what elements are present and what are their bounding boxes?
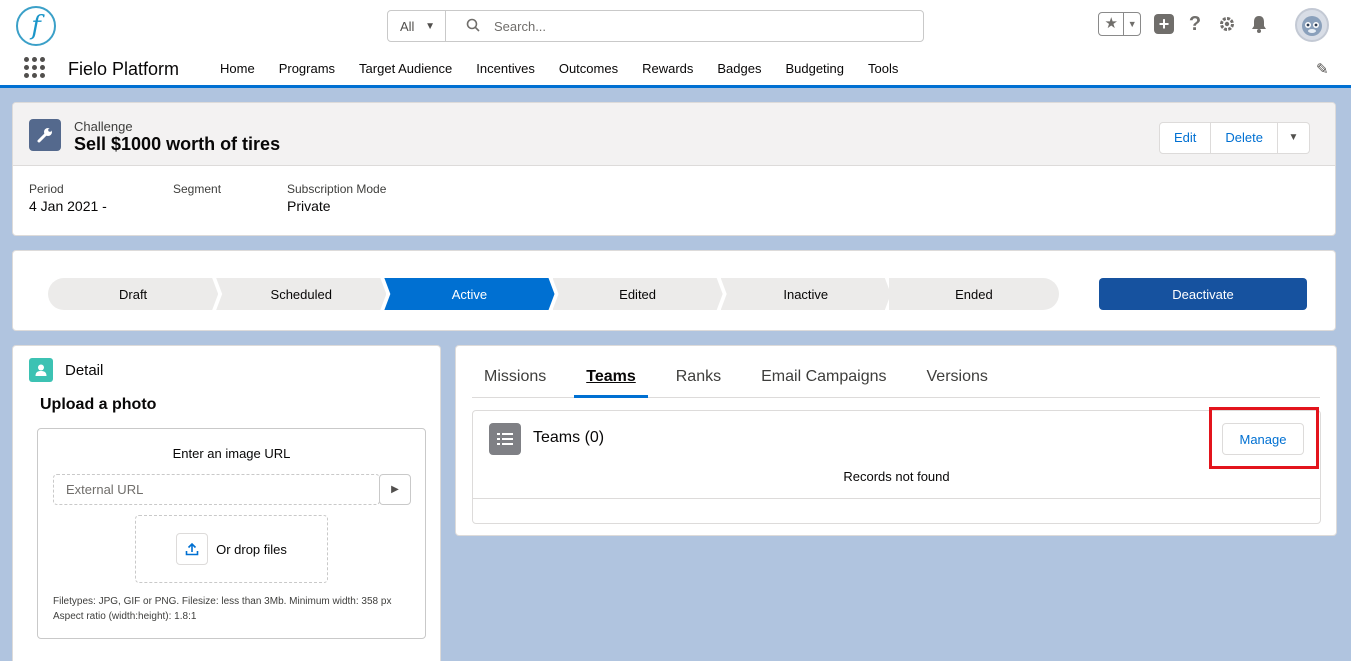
external-url-input[interactable] (53, 474, 380, 505)
nav-item-rewards[interactable]: Rewards (630, 50, 705, 88)
field-label: Subscription Mode (287, 182, 387, 196)
header-utility-icons: ★ ▼ + ? (1098, 12, 1270, 36)
image-url-label: Enter an image URL (172, 446, 291, 461)
app-name: Fielo Platform (68, 59, 180, 79)
submit-url-button[interactable]: ▶ (379, 474, 411, 505)
record-title: Sell $1000 worth of tires (74, 134, 281, 154)
path-stage-edited[interactable]: Edited (553, 278, 723, 310)
nav-item-programs[interactable]: Programs (267, 50, 347, 88)
detail-title: Detail (65, 361, 104, 379)
favorites-button-group: ★ ▼ (1098, 12, 1141, 36)
list-icon (489, 423, 521, 455)
path-stage-inactive[interactable]: Inactive (721, 278, 891, 310)
field-segment: Segment (173, 182, 239, 214)
empty-state-text: Records not found (843, 469, 950, 484)
bell-icon[interactable] (1248, 13, 1270, 35)
record-actions: Edit Delete ▼ (1159, 122, 1310, 154)
status-path-card: Draft Scheduled Active Edited Inactive E… (12, 250, 1336, 331)
user-avatar[interactable] (1295, 8, 1329, 42)
play-icon: ▶ (391, 484, 399, 495)
detail-card: Detail Upload a photo Enter an image URL… (12, 345, 441, 661)
file-hint-line: Aspect ratio (width:height): 1.8:1 (53, 611, 197, 622)
gear-icon[interactable] (1216, 13, 1238, 35)
edit-button[interactable]: Edit (1159, 122, 1212, 154)
nav-item-badges[interactable]: Badges (705, 50, 773, 88)
teams-related-list: Teams (0) Manage Records not found (472, 407, 1321, 524)
app-launcher-icon[interactable] (24, 57, 46, 79)
file-requirements-hint: Filetypes: JPG, GIF or PNG. Filesize: le… (53, 594, 391, 624)
nav-item-outcomes[interactable]: Outcomes (547, 50, 630, 88)
field-label: Period (29, 182, 64, 196)
file-drop-zone[interactable]: Or drop files (135, 515, 328, 583)
app-nav-bar: Fielo Platform Home Programs Target Audi… (0, 50, 1351, 88)
tab-ranks[interactable]: Ranks (664, 356, 733, 397)
path-stage-draft[interactable]: Draft (48, 278, 218, 310)
tab-teams[interactable]: Teams (574, 356, 648, 398)
wrench-icon (29, 119, 61, 151)
path-stage-ended[interactable]: Ended (888, 278, 1060, 310)
chevron-down-icon: ▼ (1288, 132, 1299, 143)
global-search: All ▼ (387, 10, 924, 42)
tab-email-campaigns[interactable]: Email Campaigns (749, 356, 898, 397)
more-actions-button[interactable]: ▼ (1277, 122, 1310, 154)
photo-upload-box: Enter an image URL ▶ Or drop files Filet… (37, 428, 426, 639)
record-header-top: Challenge Sell $1000 worth of tires Edit… (13, 103, 1335, 166)
nav-item-incentives[interactable]: Incentives (464, 50, 547, 88)
path-stage-scheduled[interactable]: Scheduled (216, 278, 386, 310)
nav-item-tools[interactable]: Tools (856, 50, 910, 88)
add-icon[interactable]: + (1154, 14, 1174, 34)
nav-items: Home Programs Target Audience Incentives… (208, 50, 910, 88)
delete-button[interactable]: Delete (1211, 122, 1278, 154)
chevron-down-icon[interactable]: ▼ (1124, 19, 1140, 29)
pencil-icon[interactable]: ✎ (1316, 60, 1329, 78)
tab-missions[interactable]: Missions (472, 356, 558, 397)
field-period: Period 4 Jan 2021 - (29, 182, 125, 214)
field-value: 4 Jan 2021 - (29, 198, 107, 214)
fielo-logo[interactable]: f (16, 6, 56, 46)
field-label: Segment (173, 182, 222, 196)
detail-card-header: Detail (29, 358, 103, 382)
record-object-type: Challenge (74, 119, 133, 134)
star-icon[interactable]: ★ (1099, 13, 1125, 35)
chevron-down-icon: ▼ (425, 20, 435, 32)
upload-photo-title: Upload a photo (40, 396, 157, 413)
related-list-title: Teams (0) (533, 429, 605, 446)
nav-item-target-audience[interactable]: Target Audience (347, 50, 464, 88)
record-highlights: Period 4 Jan 2021 - Segment Subscription… (29, 182, 434, 214)
search-scope-dropdown[interactable]: All ▼ (388, 11, 446, 41)
global-header: f All ▼ ★ ▼ + ? (0, 0, 1351, 50)
search-icon (466, 18, 480, 35)
field-value: Private (287, 198, 331, 214)
path-stage-active[interactable]: Active (384, 278, 554, 310)
status-path: Draft Scheduled Active Edited Inactive E… (48, 278, 1060, 310)
field-subscription-mode: Subscription Mode Private (287, 182, 386, 214)
contact-icon (29, 358, 53, 382)
related-tabs-card: Missions Teams Ranks Email Campaigns Ver… (455, 345, 1337, 536)
tab-bar: Missions Teams Ranks Email Campaigns Ver… (472, 356, 1320, 398)
record-header: Challenge Sell $1000 worth of tires Edit… (12, 102, 1336, 236)
drop-files-label: Or drop files (216, 541, 287, 557)
annotation-highlight-box (1209, 407, 1319, 469)
upload-icon[interactable] (176, 533, 209, 565)
nav-item-home[interactable]: Home (208, 50, 267, 88)
logo-letter: f (31, 11, 41, 41)
tab-versions[interactable]: Versions (915, 356, 1000, 397)
divider (473, 498, 1320, 499)
search-scope-label: All (400, 18, 415, 34)
deactivate-button[interactable]: Deactivate (1099, 278, 1307, 310)
file-hint-line: Filetypes: JPG, GIF or PNG. Filesize: le… (53, 596, 392, 607)
search-input[interactable] (494, 18, 894, 34)
nav-item-budgeting[interactable]: Budgeting (773, 50, 856, 88)
help-icon[interactable]: ? (1184, 13, 1206, 35)
